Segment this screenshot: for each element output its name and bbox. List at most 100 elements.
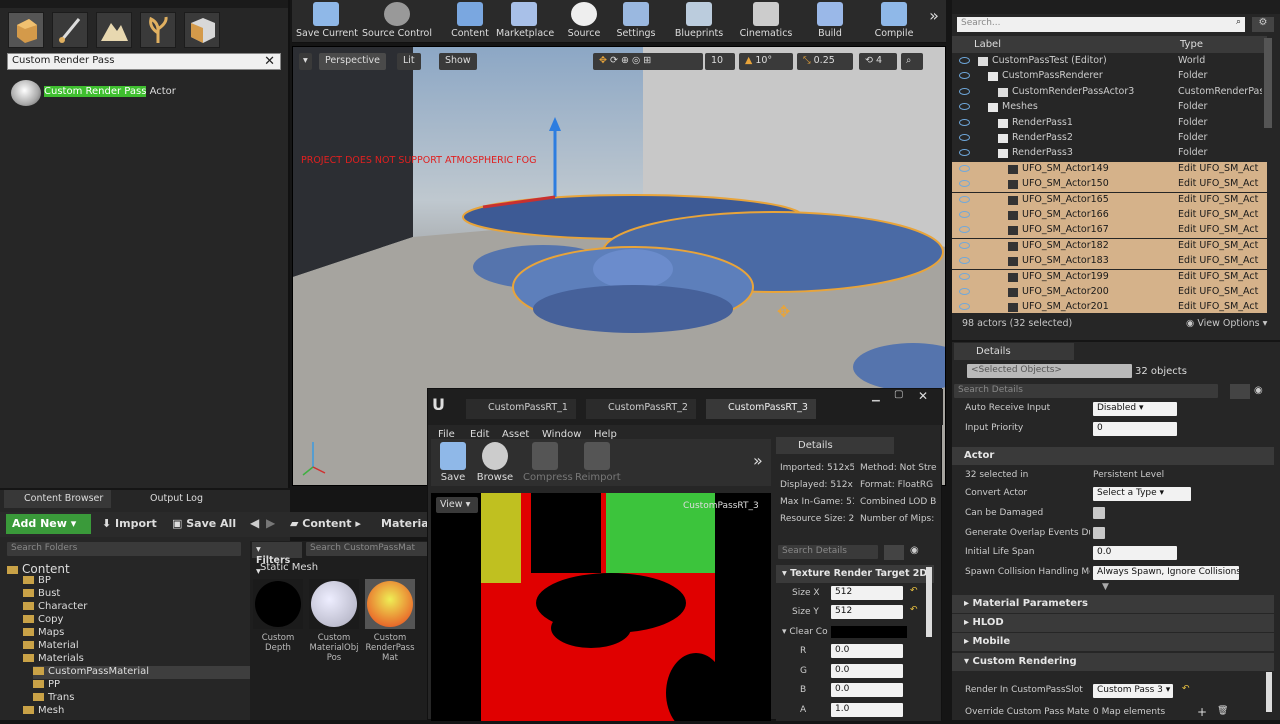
foliage-mode-icon[interactable] (140, 12, 176, 48)
outliner-row[interactable]: RenderPass1 Folder (952, 116, 1267, 131)
te-compress-button[interactable]: Compress (523, 442, 573, 483)
outliner-row[interactable]: UFO_SM_Actor199 Edit UFO_SM_Act (952, 269, 1267, 285)
expand-advanced-icon[interactable]: ▼ (1102, 582, 1109, 592)
outliner-row[interactable]: UFO_SM_Actor182 Edit UFO_SM_Act (952, 238, 1267, 254)
channel-value-field[interactable]: 0.0 (831, 683, 903, 698)
visibility-eye-icon[interactable] (959, 211, 970, 218)
outliner-row[interactable]: UFO_SM_Actor166 Edit UFO_SM_Act (952, 208, 1267, 223)
forward-icon[interactable]: ▶ (266, 516, 275, 530)
outliner-row[interactable]: UFO_SM_Actor150 Edit UFO_SM_Act (952, 177, 1267, 193)
viewport-options-button[interactable]: ▾ (299, 53, 312, 70)
visibility-eye-icon[interactable] (959, 164, 970, 172)
blueprints-button[interactable]: Blueprints (672, 0, 726, 43)
rotation-snap-value[interactable]: ▲ 10° (739, 53, 793, 70)
custom-rendering-section[interactable]: ▾ Custom Rendering (952, 653, 1274, 671)
property-matrix-icon[interactable] (884, 545, 904, 560)
compile-button[interactable]: Compile (872, 0, 916, 43)
te-details-tab[interactable]: Details (776, 437, 894, 454)
channel-value-field[interactable]: 1.0 (831, 702, 903, 717)
cinematics-button[interactable]: Cinematics (738, 0, 794, 43)
place-mode-icon[interactable] (8, 12, 44, 48)
source-button[interactable]: Source (562, 0, 606, 43)
te-view-button[interactable]: View ▾ (436, 497, 478, 513)
folder-item[interactable]: BP (23, 575, 51, 588)
save-all-button[interactable]: ▣ Save All (172, 517, 236, 530)
tab-custompassrt-2[interactable]: CustomPassRT_2 (586, 399, 696, 419)
details-tab[interactable]: Details (954, 343, 1074, 360)
visibility-eye-icon[interactable] (959, 303, 970, 311)
outliner-row[interactable]: Meshes Folder (952, 100, 1267, 115)
asset-tile[interactable]: Custom RenderPass Mat (365, 579, 415, 663)
visibility-eye-icon[interactable] (959, 241, 970, 249)
reset-icon[interactable]: ↶ (910, 605, 918, 615)
outliner-scrollbar[interactable] (1264, 38, 1272, 128)
output-log-tab[interactable]: Output Log (130, 490, 211, 508)
paint-mode-icon[interactable] (52, 12, 88, 48)
te-details-scrollbar[interactable] (926, 567, 932, 637)
delete-icon[interactable]: 🗑 (1217, 706, 1228, 716)
visibility-eye-icon[interactable] (959, 72, 970, 80)
import-button[interactable]: ⬇ Import (102, 517, 157, 530)
outliner-search-input[interactable]: Search... ⌕ (957, 17, 1245, 32)
show-button[interactable]: Show (439, 53, 477, 70)
visibility-eye-icon[interactable] (959, 272, 970, 280)
filters-button[interactable]: ▾ Filters ▾ (252, 542, 302, 577)
folder-item[interactable]: Maps (23, 627, 64, 640)
geometry-mode-icon[interactable] (184, 12, 220, 48)
reset-to-default-icon[interactable]: ↶ (1182, 684, 1190, 694)
maximize-viewport-icon[interactable]: ⌕ (901, 53, 923, 70)
content-browser-tab[interactable]: Content Browser (4, 490, 112, 508)
visibility-eye-icon[interactable] (959, 149, 970, 157)
visibility-eye-icon[interactable] (959, 180, 970, 188)
grid-snap-value[interactable]: 10 (705, 53, 735, 70)
folder-item[interactable]: PP (33, 679, 60, 692)
selected-objects-field[interactable]: <Selected Objects> (967, 364, 1132, 378)
spawn-collision-dropdown[interactable]: Always Spawn, Ignore Collisions ▾ (1093, 566, 1239, 580)
source-control-button[interactable]: Source Control (362, 0, 432, 43)
visibility-eye-icon[interactable] (959, 118, 970, 126)
te-toolbar-expand-icon[interactable]: » (753, 451, 763, 470)
actor-section-header[interactable]: Actor (952, 447, 1274, 465)
scale-snap-value[interactable]: ⤡ 0.25 (797, 53, 853, 70)
input-priority-field[interactable]: 0 (1093, 422, 1177, 436)
hlod-section[interactable]: ▸ HLOD (952, 614, 1274, 632)
size-y-field[interactable]: 512 (831, 605, 903, 619)
save-current-button[interactable]: Save Current (296, 0, 358, 43)
asset-tile[interactable]: Custom Depth (253, 579, 303, 653)
visibility-eye-icon[interactable] (959, 288, 970, 295)
te-reimport-button[interactable]: Reimport (575, 442, 621, 483)
maximize-icon[interactable]: ▢ (894, 389, 903, 400)
details-eye-icon[interactable]: ◉ (1254, 385, 1263, 396)
add-element-icon[interactable]: + (1197, 705, 1207, 719)
size-x-field[interactable]: 512 (831, 586, 903, 600)
texture-preview[interactable]: View ▾ CustomPassRT_3 (431, 493, 771, 724)
translate-icon[interactable]: ✥ (599, 55, 607, 66)
tab-custompassrt-1[interactable]: CustomPassRT_1 (466, 399, 576, 419)
label-column-header[interactable]: Label (974, 39, 1001, 50)
visibility-eye-icon[interactable] (959, 226, 970, 234)
type-column-header[interactable]: Type (1180, 39, 1203, 50)
visibility-eye-icon[interactable] (959, 103, 970, 111)
lit-button[interactable]: Lit (397, 53, 421, 70)
build-button[interactable]: Build (812, 0, 848, 43)
te-browse-button[interactable]: Browse (473, 442, 517, 483)
camera-speed-value[interactable]: ⟲ 4 (859, 53, 897, 70)
path-sub[interactable]: Material (381, 517, 432, 530)
folder-item[interactable]: CustomPassMaterial (33, 666, 253, 679)
reset-icon[interactable]: ↶ (910, 586, 918, 596)
back-icon[interactable]: ◀ (250, 516, 259, 530)
mobile-section[interactable]: ▸ Mobile (952, 633, 1274, 651)
tab-custompassrt-3[interactable]: CustomPassRT_3 (706, 399, 816, 419)
content-button[interactable]: Content (446, 0, 494, 43)
folder-item[interactable]: Copy (23, 614, 63, 627)
texture-render-target-section[interactable]: ▾ Texture Render Target 2D (776, 565, 934, 583)
modes-search-input[interactable]: Custom Render Pass ✕ (7, 53, 281, 70)
render-slot-dropdown[interactable]: Custom Pass 3 ▾ (1093, 684, 1173, 698)
outliner-settings-icon[interactable]: ⚙ (1252, 17, 1274, 32)
view-options-button[interactable]: ◉ View Options ▾ (1186, 318, 1267, 329)
folder-item[interactable]: Character (23, 601, 87, 614)
path-root[interactable]: ▰ Content ▸ (290, 517, 361, 530)
folder-item[interactable]: Trans (33, 692, 74, 705)
close-window-icon[interactable]: ✕ (918, 389, 928, 403)
perspective-button[interactable]: Perspective (319, 53, 387, 70)
